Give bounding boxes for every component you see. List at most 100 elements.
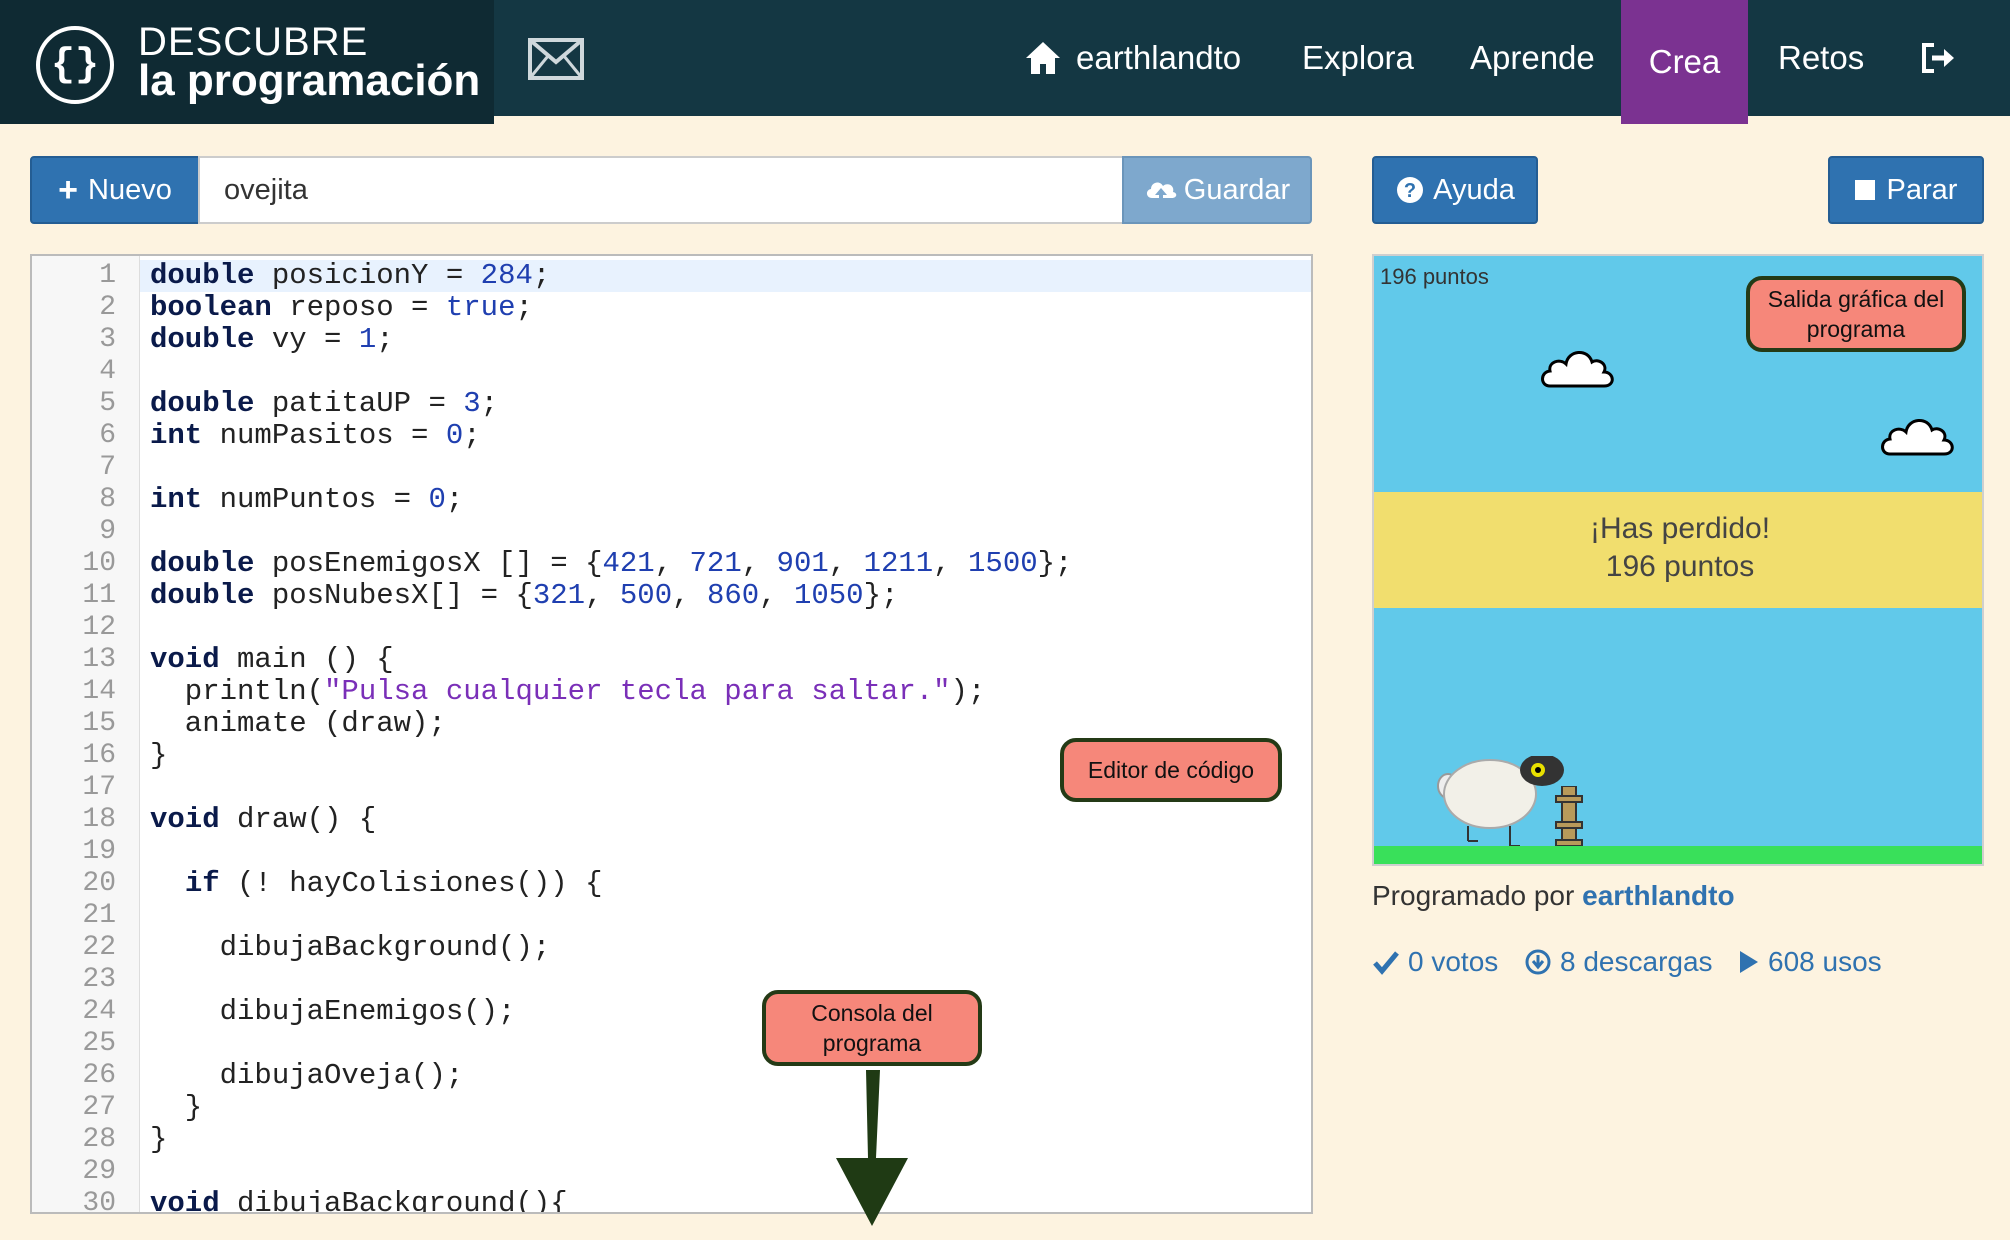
line-number: 17 xyxy=(82,772,116,803)
home-icon xyxy=(1026,42,1060,74)
line-number: 27 xyxy=(82,1092,116,1123)
nav-retos[interactable]: Retos xyxy=(1778,0,1864,116)
line-number: 4 xyxy=(99,356,116,387)
cloud-icon xyxy=(1881,419,1954,456)
code-line[interactable]: int numPasitos = 0; xyxy=(150,420,481,452)
output-annotation: Salida gráfica del programa xyxy=(1746,276,1966,352)
code-line[interactable]: double posNubesX[] = {321, 500, 860, 105… xyxy=(150,580,898,612)
save-button[interactable]: Guardar xyxy=(1122,156,1312,224)
code-line[interactable]: } xyxy=(150,1124,167,1156)
line-number: 28 xyxy=(82,1124,116,1155)
code-line[interactable]: boolean reposo = true; xyxy=(150,292,533,324)
program-name-input[interactable]: ovejita xyxy=(198,156,1124,224)
game-over-banner: ¡Has perdido! 196 puntos xyxy=(1374,492,1982,608)
line-number: 16 xyxy=(82,740,116,771)
game-over-title: ¡Has perdido! xyxy=(1589,512,1771,545)
line-number: 8 xyxy=(99,484,116,515)
question-circle-icon: ? xyxy=(1397,177,1424,203)
downloads-label: 8 descargas xyxy=(1560,946,1713,977)
logo-line-2: la programación xyxy=(138,56,481,105)
nav-aprende[interactable]: Aprende xyxy=(1470,0,1595,116)
line-number: 23 xyxy=(82,964,116,995)
line-number: 26 xyxy=(82,1060,116,1091)
svg-text:?: ? xyxy=(1404,180,1416,202)
new-button-label: Nuevo xyxy=(88,173,172,206)
nav-user-home[interactable]: earthlandto xyxy=(1024,0,1241,116)
cloud-icon xyxy=(1541,351,1614,388)
line-number: 3 xyxy=(99,324,116,355)
stop-icon xyxy=(1854,180,1875,200)
author-line: Programado por earthlandto xyxy=(1372,880,1735,912)
save-button-label: Guardar xyxy=(1183,173,1291,206)
code-line[interactable]: double vy = 1; xyxy=(150,324,394,356)
code-line[interactable]: dibujaOveja(); xyxy=(150,1060,464,1092)
line-number: 22 xyxy=(82,932,116,963)
logout-icon xyxy=(1922,43,1954,73)
enemy-post-sprite xyxy=(1555,786,1583,852)
logout-button[interactable] xyxy=(1920,0,1956,116)
line-number: 25 xyxy=(82,1028,116,1059)
download-circle-icon xyxy=(1525,949,1551,975)
line-number: 18 xyxy=(82,804,116,835)
braces-logo-icon: {} xyxy=(36,26,114,104)
code-line[interactable]: animate (draw); xyxy=(150,708,446,740)
line-number: 5 xyxy=(99,388,116,419)
downloads-stat[interactable]: 8 descargas xyxy=(1524,946,1713,978)
console-annotation: Consola del programa xyxy=(762,990,982,1066)
plus-icon: + xyxy=(58,170,79,209)
canvas-score-text: 196 puntos xyxy=(1380,264,1489,289)
stop-button[interactable]: Parar xyxy=(1828,156,1984,224)
line-number: 24 xyxy=(82,996,116,1027)
code-line[interactable]: if (! hayColisiones()) { xyxy=(150,868,603,900)
code-line[interactable]: println("Pulsa cualquier tecla para salt… xyxy=(150,676,986,708)
new-button[interactable]: + Nuevo xyxy=(30,156,200,224)
code-line[interactable]: void main () { xyxy=(150,644,394,676)
code-line[interactable]: dibujaBackground(); xyxy=(150,932,551,964)
votes-stat[interactable]: 0 votos xyxy=(1372,946,1498,978)
code-line[interactable]: void dibujaBackground(){ xyxy=(150,1188,568,1213)
nav-crea[interactable]: Crea xyxy=(1621,0,1748,124)
help-button-label: Ayuda xyxy=(1433,173,1515,206)
code-line[interactable]: void draw() { xyxy=(150,804,376,836)
uses-stat[interactable]: 608 usos xyxy=(1738,946,1882,978)
uses-label: 608 usos xyxy=(1768,946,1882,977)
line-number: 30 xyxy=(82,1188,116,1214)
votes-label: 0 votos xyxy=(1408,946,1499,977)
checkmark-icon xyxy=(1373,951,1399,975)
line-number: 14 xyxy=(82,676,116,707)
author-link[interactable]: earthlandto xyxy=(1582,880,1734,911)
site-logo[interactable]: {} DESCUBRE la programación xyxy=(0,0,494,124)
line-number: 20 xyxy=(82,868,116,899)
code-line[interactable]: double patitaUP = 3; xyxy=(150,388,498,420)
line-number: 21 xyxy=(82,900,116,931)
nav-explora[interactable]: Explora xyxy=(1302,0,1414,116)
line-number: 29 xyxy=(82,1156,116,1187)
code-line[interactable]: dibujaEnemigos(); xyxy=(150,996,516,1028)
code-line[interactable]: int numPuntos = 0; xyxy=(150,484,463,516)
help-button[interactable]: ? Ayuda xyxy=(1372,156,1538,224)
line-number: 9 xyxy=(99,516,116,547)
arrow-down-icon xyxy=(836,1070,908,1226)
code-editor[interactable]: 1 double posicionY = 284; 2 boolean reposo … xyxy=(30,254,1313,1214)
ground-strip xyxy=(1374,846,1982,864)
console-annotation-text: Consola del programa xyxy=(811,1000,933,1056)
mail-icon[interactable] xyxy=(528,38,584,80)
program-name-value: ovejita xyxy=(224,173,308,206)
line-number: 11 xyxy=(82,580,116,611)
line-number: 15 xyxy=(82,708,116,739)
stop-button-label: Parar xyxy=(1886,173,1958,206)
output-annotation-text: Salida gráfica del programa xyxy=(1767,286,1945,342)
line-number: 6 xyxy=(99,420,116,451)
code-line[interactable]: double posEnemigosX [] = {421, 721, 901,… xyxy=(150,548,1072,580)
line-number: 13 xyxy=(82,644,116,675)
line-number: 10 xyxy=(82,548,116,579)
line-number: 1 xyxy=(99,260,116,291)
line-number: 2 xyxy=(99,292,116,323)
line-number: 7 xyxy=(99,452,116,483)
code-line[interactable]: double posicionY = 284; xyxy=(150,260,550,292)
code-line[interactable]: } xyxy=(150,740,167,772)
nav-username: earthlandto xyxy=(1076,39,1242,76)
code-line[interactable]: } xyxy=(150,1092,202,1124)
editor-annotation: Editor de código xyxy=(1060,738,1282,802)
game-over-score: 196 puntos xyxy=(1605,550,1755,583)
